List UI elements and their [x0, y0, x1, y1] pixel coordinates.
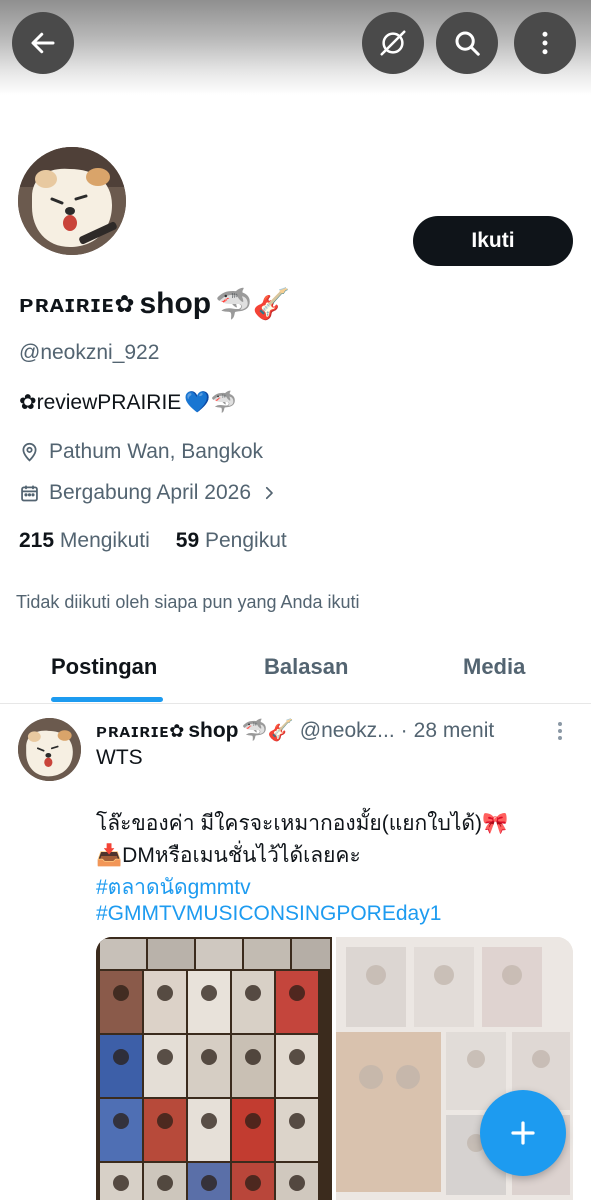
- joined-text: Bergabung April 2026: [49, 481, 251, 504]
- compose-button[interactable]: [480, 1090, 566, 1176]
- post-author-brand: ᴘʀᴀɪʀɪᴇ✿: [96, 720, 186, 741]
- post-author-name[interactable]: ᴘʀᴀɪʀɪᴇ✿ shop 🦈🎸: [96, 719, 294, 743]
- followers-stat[interactable]: 59 Pengikut: [176, 529, 287, 553]
- follow-button[interactable]: Ikuti: [413, 216, 573, 266]
- post-media-image-1[interactable]: [96, 937, 332, 1200]
- arrow-left-icon: [31, 32, 55, 54]
- calendar-icon: [21, 485, 38, 501]
- post-author-text: shop: [188, 719, 239, 742]
- post-author-avatar[interactable]: [18, 718, 81, 781]
- location-text: Pathum Wan, Bangkok: [49, 440, 263, 463]
- profile-bio-emoji: 💙🦈: [184, 390, 237, 414]
- post-author-emoji: 🦈🎸: [241, 719, 294, 742]
- followers-count: 59: [175, 529, 200, 552]
- tab-media[interactable]: Media: [463, 654, 525, 680]
- profile-joined[interactable]: Bergabung April 2026: [19, 481, 278, 505]
- more-button[interactable]: [514, 12, 576, 74]
- plus-icon: [511, 1121, 535, 1145]
- profile-bio-text: ✿reviewPRAIRIE: [19, 391, 182, 414]
- post-hashtag-2[interactable]: #GMMTVMUSICONSINGPOREday1: [96, 902, 441, 926]
- profile-stats: 215 Mengikuti 59 Pengikut: [19, 529, 287, 553]
- profile-name: ᴘʀᴀɪʀɪᴇ✿ shop 🦈🎸: [19, 282, 290, 326]
- post-text-line-3: 📥DMหรือเมนชั่นไว้ได้เลยคะ: [96, 844, 361, 867]
- tab-replies[interactable]: Balasan: [264, 654, 348, 680]
- post-text-line-2: โล๊ะของค่า มีใครจะเหมาก​องมั้ย(แยกใบได้)…: [96, 812, 509, 835]
- more-vertical-icon: [558, 722, 562, 740]
- more-vertical-icon: [542, 31, 548, 55]
- active-tab-indicator: [51, 697, 163, 702]
- followed-by-note: Tidak diikuti oleh siapa pun yang Anda i…: [16, 592, 360, 612]
- post-text-line-1: WTS: [96, 746, 143, 769]
- post-hashtag-1[interactable]: #ตลาดนัดgmmtv: [96, 871, 251, 904]
- profile-avatar[interactable]: [18, 147, 126, 255]
- header-backdrop: [0, 0, 591, 95]
- search-button[interactable]: [436, 12, 498, 74]
- post-author-handle[interactable]: @neokz...: [300, 719, 395, 743]
- profile-location: Pathum Wan, Bangkok: [19, 440, 263, 464]
- profile-handle: @neokzni_922: [19, 341, 160, 364]
- followers-label: Pengikut: [204, 529, 287, 552]
- profile-name-brand: ᴘʀᴀɪʀɪᴇ✿: [19, 290, 136, 318]
- search-icon: [455, 31, 480, 56]
- post-timestamp[interactable]: 28 menit: [414, 719, 495, 743]
- profile-name-emoji: 🦈🎸: [215, 287, 290, 321]
- chevron-right-icon: [265, 486, 273, 500]
- eye-slash-icon: [380, 30, 406, 56]
- back-button[interactable]: [12, 12, 74, 74]
- post-more-button[interactable]: [552, 719, 568, 743]
- hide-button[interactable]: [362, 12, 424, 74]
- following-stat[interactable]: 215 Mengikuti: [19, 529, 150, 553]
- profile-bio: ✿reviewPRAIRIE 💙🦈: [19, 390, 237, 415]
- tab-posts[interactable]: Postingan: [51, 654, 157, 680]
- following-label: Mengikuti: [59, 529, 150, 552]
- post-header: ᴘʀᴀɪʀɪᴇ✿ shop 🦈🎸 @neokz... · 28 menit: [96, 716, 566, 746]
- profile-tabs: Postingan Balasan Media: [0, 640, 591, 704]
- following-count: 215: [19, 529, 55, 552]
- post-separator: ·: [400, 719, 408, 742]
- location-pin-icon: [22, 442, 37, 462]
- profile-name-text: shop: [139, 287, 212, 320]
